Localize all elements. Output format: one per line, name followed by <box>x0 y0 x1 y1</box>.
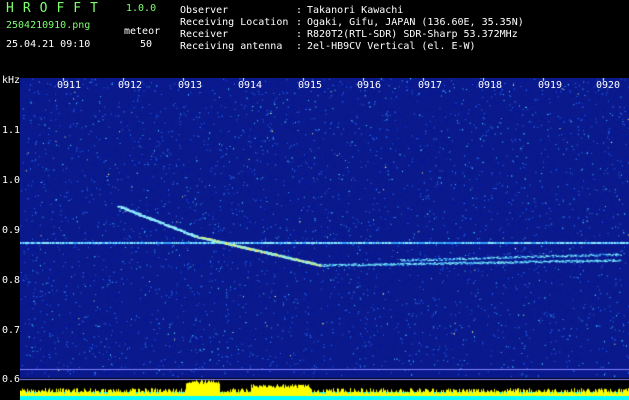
time-label: 0912 <box>118 80 143 91</box>
info-key-location: Receiving Location <box>180 17 289 28</box>
info-colon: : <box>296 29 303 40</box>
time-label: 0915 <box>298 80 323 91</box>
time-label: 0917 <box>418 80 443 91</box>
info-value-receiver: R820T2(RTL-SDR) SDR-Sharp 53.372MHz <box>307 29 518 40</box>
freq-label: 0.7 <box>2 325 21 336</box>
app-version: 1.0.0 <box>126 3 157 14</box>
freq-label: 1.1 <box>2 125 21 136</box>
meteor-count: 50 <box>140 39 153 50</box>
info-colon: : <box>296 5 303 16</box>
time-label: 0914 <box>238 80 263 91</box>
time-label: 0919 <box>538 80 563 91</box>
time-label: 0911 <box>57 80 82 91</box>
capture-datetime: 25.04.21 09:10 <box>6 39 91 50</box>
info-value-location: Ogaki, Gifu, JAPAN (136.60E, 35.35N) <box>307 17 524 28</box>
info-colon: : <box>296 41 303 52</box>
info-value-observer: Takanori Kawachi <box>307 5 404 16</box>
freq-label: 0.9 <box>2 225 21 236</box>
time-label: 0913 <box>178 80 203 91</box>
freq-label: 1.0 <box>2 175 21 186</box>
time-label: 0920 <box>596 80 621 91</box>
app-title: HROFFT <box>6 1 107 16</box>
info-colon: : <box>296 17 303 28</box>
spectrogram-canvas <box>20 78 629 400</box>
freq-label: 0.8 <box>2 275 21 286</box>
info-key-observer: Observer <box>180 5 229 16</box>
freq-label: 0.6 <box>2 374 21 385</box>
info-value-antenna: 2el-HB9CV Vertical (el. E-W) <box>307 41 476 52</box>
info-key-antenna: Receiving antenna <box>180 41 283 52</box>
time-label: 0916 <box>357 80 382 91</box>
time-label: 0918 <box>478 80 503 91</box>
file-name: 2504210910.png <box>6 20 91 31</box>
frequency-unit-label: kHz <box>2 75 21 86</box>
mode-label: meteor <box>124 26 161 37</box>
info-key-receiver: Receiver <box>180 29 229 40</box>
